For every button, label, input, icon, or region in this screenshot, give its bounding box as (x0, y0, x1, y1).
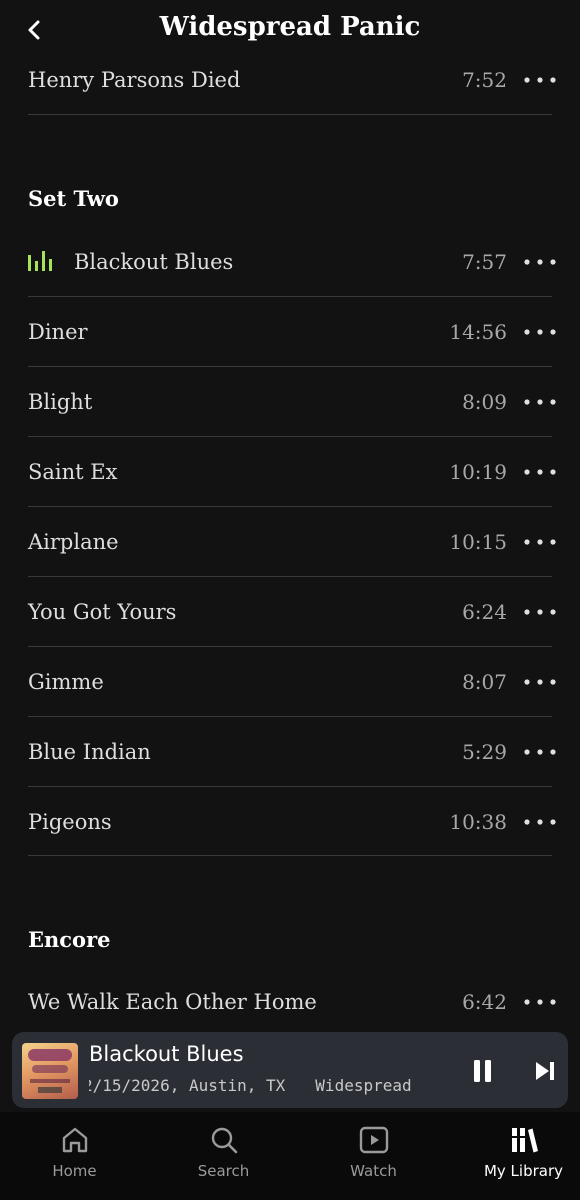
track-row[interactable]: Blight 8:09 (28, 367, 556, 437)
more-options-button[interactable] (522, 322, 558, 342)
tab-watch[interactable]: Watch (301, 1112, 446, 1200)
track-duration: 14:56 (449, 320, 507, 344)
track-duration: 8:09 (462, 390, 507, 414)
tab-label: Home (52, 1162, 97, 1180)
more-options-button[interactable] (522, 742, 558, 762)
equalizer-icon (28, 249, 54, 275)
track-duration: 10:15 (449, 530, 507, 554)
track-row[interactable]: Airplane 10:15 (28, 507, 556, 577)
more-options-button[interactable] (522, 70, 558, 90)
ellipsis-icon (524, 819, 556, 825)
tab-my-library[interactable]: My Library (451, 1112, 580, 1200)
tab-home[interactable]: Home (2, 1112, 147, 1200)
more-options-button[interactable] (522, 532, 558, 552)
section-title-encore: Encore (28, 927, 111, 952)
ellipsis-icon (524, 679, 556, 685)
skip-next-button[interactable] (532, 1058, 558, 1084)
track-row[interactable]: Pigeons 10:38 (28, 787, 556, 857)
now-playing-date-location: 2/15/2026, Austin, TX (89, 1076, 286, 1095)
track-name: You Got Yours (28, 600, 177, 624)
track-duration: 6:42 (462, 990, 507, 1014)
tab-label: Search (197, 1162, 250, 1180)
more-options-button[interactable] (522, 252, 558, 272)
home-icon (62, 1127, 87, 1153)
album-art (22, 1043, 78, 1099)
track-duration: 10:38 (449, 810, 507, 834)
track-name: Pigeons (28, 810, 112, 834)
now-playing-subtitle: 2/15/2026, Austin, TX Widespread (89, 1076, 445, 1098)
track-name: Saint Ex (28, 460, 118, 484)
track-duration: 6:24 (462, 600, 507, 624)
ellipsis-icon (524, 539, 556, 545)
track-row-now-playing[interactable]: Blackout Blues 7:57 (28, 227, 556, 297)
track-duration: 7:57 (462, 250, 507, 274)
track-row[interactable]: Saint Ex 10:19 (28, 437, 556, 507)
track-row[interactable]: Gimme 8:07 (28, 647, 556, 717)
track-duration: 10:19 (449, 460, 507, 484)
track-name: Blight (28, 390, 93, 414)
ellipsis-icon (524, 399, 556, 405)
divider (28, 855, 552, 856)
now-playing-artist: Widespread (315, 1076, 412, 1095)
track-name: Airplane (28, 530, 119, 554)
track-row[interactable]: Diner 14:56 (28, 297, 556, 367)
more-options-button[interactable] (522, 602, 558, 622)
track-name: Blue Indian (28, 740, 151, 764)
track-row[interactable]: Blue Indian 5:29 (28, 717, 556, 787)
track-name: We Walk Each Other Home (28, 990, 317, 1014)
page-title: Widespread Panic (159, 12, 421, 42)
ellipsis-icon (524, 329, 556, 335)
track-row[interactable]: Henry Parsons Died 7:52 (28, 45, 556, 115)
track-row[interactable]: We Walk Each Other Home 6:42 (28, 967, 556, 1037)
more-options-button[interactable] (522, 812, 558, 832)
ellipsis-icon (524, 469, 556, 475)
ellipsis-icon (524, 609, 556, 615)
ellipsis-icon (524, 749, 556, 755)
tab-search[interactable]: Search (151, 1112, 296, 1200)
search-icon (211, 1127, 237, 1154)
ellipsis-icon (524, 259, 556, 265)
more-options-button[interactable] (522, 462, 558, 482)
section-title-set-two: Set Two (28, 186, 119, 211)
bottom-tab-bar: Home Search Watch My Library (0, 1112, 580, 1200)
pause-button[interactable] (470, 1058, 496, 1084)
skip-next-icon (536, 1062, 554, 1080)
mini-player[interactable]: Blackout Blues 2/15/2026, Austin, TX Wide… (12, 1032, 568, 1108)
track-name: Gimme (28, 670, 104, 694)
divider (28, 114, 552, 115)
tab-label: My Library (483, 1162, 564, 1180)
track-duration: 7:52 (462, 68, 507, 92)
library-icon (511, 1128, 538, 1153)
now-playing-title: Blackout Blues (89, 1042, 244, 1066)
tab-label: Watch (350, 1162, 397, 1180)
more-options-button[interactable] (522, 392, 558, 412)
pause-icon (474, 1060, 491, 1082)
more-options-button[interactable] (522, 992, 558, 1012)
more-options-button[interactable] (522, 672, 558, 692)
track-name: Diner (28, 320, 88, 344)
track-name: Blackout Blues (74, 250, 234, 274)
track-duration: 8:07 (462, 670, 507, 694)
ellipsis-icon (524, 77, 556, 83)
track-name: Henry Parsons Died (28, 68, 241, 92)
ellipsis-icon (524, 999, 556, 1005)
track-row[interactable]: You Got Yours 6:24 (28, 577, 556, 647)
play-square-icon (359, 1126, 388, 1154)
track-duration: 5:29 (462, 740, 507, 764)
